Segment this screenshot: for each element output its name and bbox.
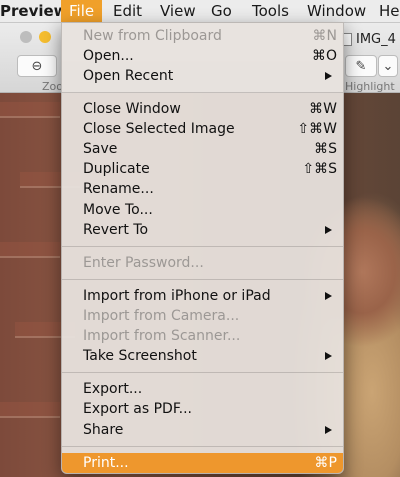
brick-texture	[0, 102, 60, 118]
zoom-label: Zoo	[42, 80, 63, 93]
submenu-arrow-icon	[325, 292, 332, 300]
menubar-go[interactable]: Go	[211, 0, 232, 22]
menu-separator	[62, 372, 343, 373]
menu-separator	[62, 246, 343, 247]
menu-item-share[interactable]: Share	[62, 420, 343, 440]
menubar-app-name[interactable]: Preview	[0, 0, 68, 22]
menu-item-export[interactable]: Export...	[62, 379, 343, 399]
menu-separator	[62, 92, 343, 93]
menu-item-import-from-iphone[interactable]: Import from iPhone or iPad	[62, 286, 343, 306]
menu-separator	[62, 279, 343, 280]
menu-item-open-recent[interactable]: Open Recent	[62, 66, 343, 86]
menu-item-save[interactable]: Save ⌘S	[62, 139, 343, 159]
menu-item-move-to[interactable]: Move To...	[62, 200, 343, 220]
highlight-options-button[interactable]: ⌄	[378, 55, 398, 77]
menu-item-revert-to[interactable]: Revert To	[62, 220, 343, 240]
menubar-tools[interactable]: Tools	[252, 0, 289, 22]
menubar-edit[interactable]: Edit	[113, 0, 142, 22]
menubar-help[interactable]: He	[379, 0, 400, 22]
document-title: IMG_4	[342, 28, 396, 50]
pen-icon: ✎	[355, 58, 367, 74]
menu-item-print[interactable]: Print... ⌘P	[62, 453, 343, 473]
highlight-label: Highlight	[345, 80, 395, 93]
menu-item-export-as-pdf[interactable]: Export as PDF...	[62, 399, 343, 419]
highlight-button[interactable]: ✎	[345, 55, 377, 77]
submenu-arrow-icon	[325, 72, 332, 80]
menu-item-open[interactable]: Open... ⌘O	[62, 46, 343, 66]
menubar-file[interactable]: File	[61, 0, 103, 22]
menu-item-rename[interactable]: Rename...	[62, 179, 343, 199]
close-window-button[interactable]	[20, 31, 32, 43]
zoom-out-icon: ⊖	[31, 58, 43, 74]
minimize-window-button[interactable]	[39, 31, 51, 43]
chevron-down-icon: ⌄	[382, 58, 394, 74]
submenu-arrow-icon	[325, 226, 332, 234]
menu-item-take-screenshot[interactable]: Take Screenshot	[62, 346, 343, 366]
menu-item-close-window[interactable]: Close Window ⌘W	[62, 99, 343, 119]
menu-item-import-from-scanner: Import from Scanner...	[83, 328, 241, 344]
submenu-arrow-icon	[325, 352, 332, 360]
menu-item-import-from-camera: Import from Camera...	[83, 308, 240, 324]
menu-separator	[62, 446, 343, 447]
menu-bar: Preview File Edit View Go Tools Window H…	[0, 0, 400, 23]
menu-item-close-selected-image[interactable]: Close Selected Image ⇧⌘W	[62, 119, 343, 139]
menu-item-duplicate[interactable]: Duplicate ⇧⌘S	[62, 159, 343, 179]
file-menu-dropdown: New from Clipboard ⌘N Open... ⌘O Open Rece…	[61, 22, 344, 474]
menu-item-new-from-clipboard: New from Clipboard ⌘N	[83, 28, 337, 44]
menubar-window[interactable]: Window	[307, 0, 366, 22]
menu-item-enter-password: Enter Password...	[83, 255, 204, 271]
brick-texture	[0, 242, 60, 258]
menubar-view[interactable]: View	[160, 0, 196, 22]
brick-texture	[0, 402, 60, 418]
submenu-arrow-icon	[325, 426, 332, 434]
zoom-out-button[interactable]: ⊖	[17, 55, 57, 77]
